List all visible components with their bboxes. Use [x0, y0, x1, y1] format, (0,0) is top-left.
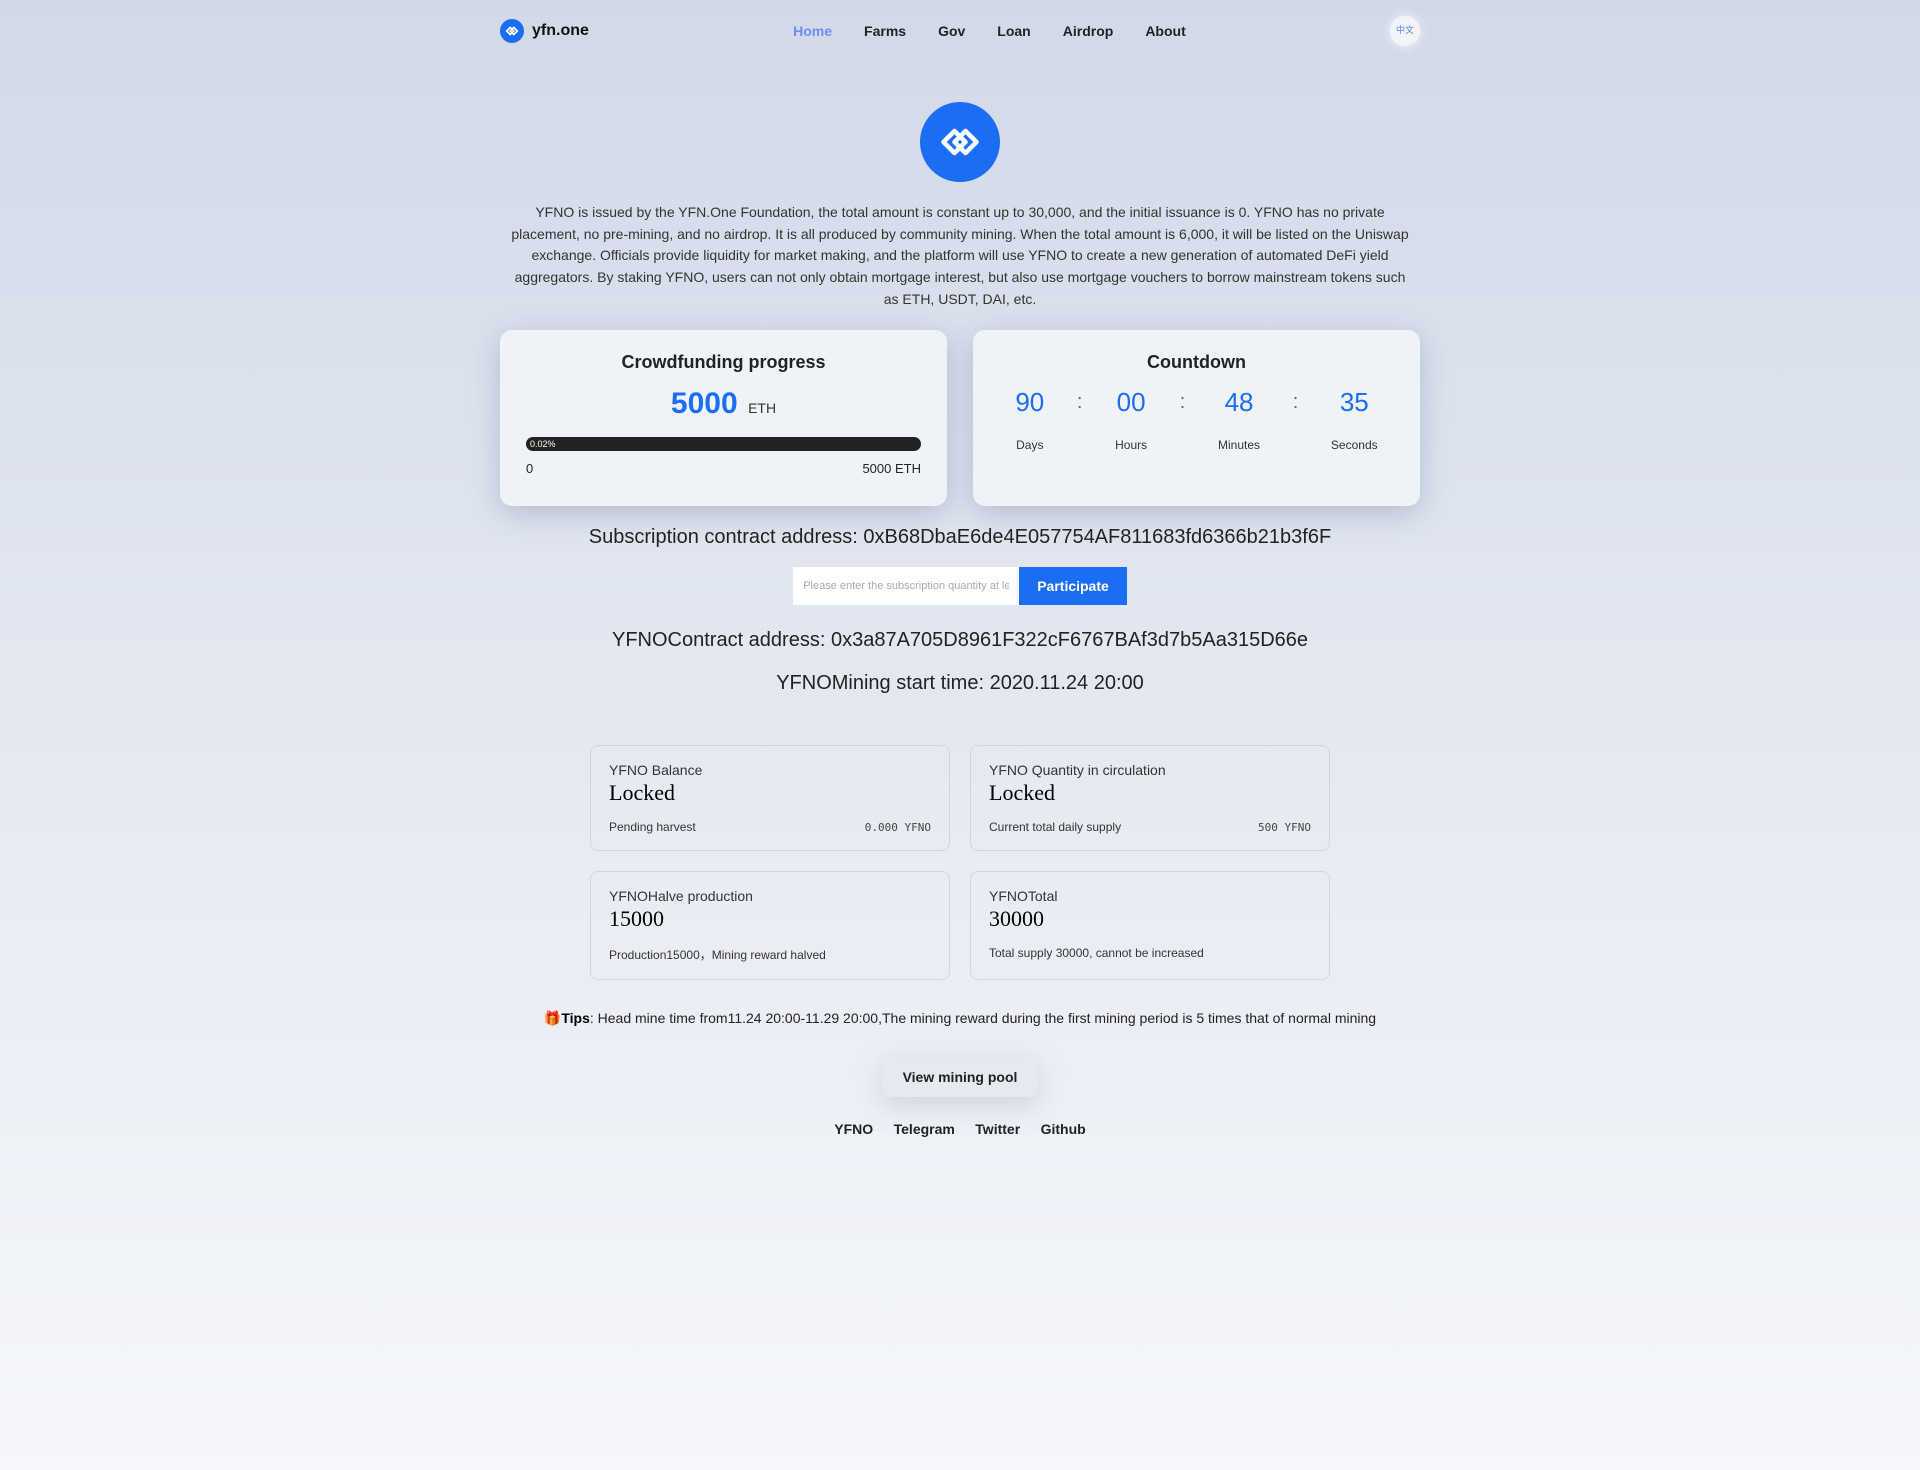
- footer-telegram[interactable]: Telegram: [894, 1121, 955, 1137]
- countdown-card: Countdown 90 Days : 00 Hours : 48 Minute…: [973, 330, 1420, 506]
- tips-line: 🎁Tips: Head mine time from11.24 20:00-11…: [500, 1010, 1420, 1027]
- countdown-sep: :: [1293, 387, 1299, 414]
- crowdfunding-card: Crowdfunding progress 5000 ETH 0.02% 0 5…: [500, 330, 947, 506]
- brand-text: yfn.one: [532, 22, 589, 40]
- hero-logo-icon: [920, 102, 1000, 182]
- nav-gov[interactable]: Gov: [938, 23, 965, 39]
- nav-farms[interactable]: Farms: [864, 23, 906, 39]
- halve-value: 15000: [609, 906, 931, 932]
- tips-text: : Head mine time from11.24 20:00-11.29 2…: [590, 1010, 1376, 1026]
- circulation-sub-right: 500 YFNO: [1258, 821, 1311, 834]
- nav-loan[interactable]: Loan: [997, 23, 1030, 39]
- halve-title: YFNOHalve production: [609, 888, 931, 904]
- total-value: 30000: [989, 906, 1311, 932]
- footer-github[interactable]: Github: [1041, 1121, 1086, 1137]
- progress-max: 5000 ETH: [862, 461, 921, 476]
- balance-title: YFNO Balance: [609, 762, 931, 778]
- mining-start-time: YFNOMining start time: 2020.11.24 20:00: [500, 672, 1420, 695]
- subscribe-row: Participate: [500, 567, 1420, 605]
- header: yfn.one Home Farms Gov Loan Airdrop Abou…: [500, 0, 1420, 62]
- circulation-sub-left: Current total daily supply: [989, 820, 1121, 834]
- halve-sub: Production15000，Mining reward halved: [609, 946, 826, 963]
- circulation-card: YFNO Quantity in circulation Locked Curr…: [970, 745, 1330, 851]
- countdown-hours: 00: [1115, 387, 1147, 418]
- halve-card: YFNOHalve production 15000 Production150…: [590, 871, 950, 980]
- crowdfunding-unit: ETH: [748, 400, 776, 416]
- footer-links: YFNO Telegram Twitter Github: [500, 1121, 1420, 1169]
- nav-about[interactable]: About: [1145, 23, 1185, 39]
- total-title: YFNOTotal: [989, 888, 1311, 904]
- yfno-contract-address: YFNOContract address: 0x3a87A705D8961F32…: [500, 629, 1420, 652]
- tips-prefix: 🎁Tips: [544, 1010, 590, 1026]
- progress-min: 0: [526, 461, 533, 476]
- countdown-minutes-label: Minutes: [1218, 438, 1260, 452]
- countdown-hours-label: Hours: [1115, 438, 1147, 452]
- language-toggle[interactable]: 中文: [1390, 16, 1420, 46]
- stat-cards-row: Crowdfunding progress 5000 ETH 0.02% 0 5…: [500, 330, 1420, 506]
- description-text: YFNO is issued by the YFN.One Foundation…: [500, 202, 1420, 310]
- balance-sub-right: 0.000 YFNO: [865, 821, 931, 834]
- balance-value: Locked: [609, 780, 931, 806]
- countdown-minutes: 48: [1218, 387, 1260, 418]
- info-grid: YFNO Balance Locked Pending harvest 0.00…: [590, 745, 1330, 980]
- countdown-sep: :: [1180, 387, 1186, 414]
- countdown-title: Countdown: [999, 352, 1394, 373]
- footer-twitter[interactable]: Twitter: [975, 1121, 1020, 1137]
- participate-button[interactable]: Participate: [1019, 567, 1127, 605]
- total-card: YFNOTotal 30000 Total supply 30000, cann…: [970, 871, 1330, 980]
- progress-percent: 0.02%: [530, 439, 556, 449]
- subscription-address: Subscription contract address: 0xB68DbaE…: [500, 526, 1420, 549]
- brand[interactable]: yfn.one: [500, 19, 589, 43]
- countdown-days: 90: [1015, 387, 1044, 418]
- subscription-input[interactable]: [793, 567, 1019, 605]
- balance-card: YFNO Balance Locked Pending harvest 0.00…: [590, 745, 950, 851]
- view-mining-pool-button[interactable]: View mining pool: [883, 1057, 1038, 1097]
- progress-bar: 0.02%: [526, 437, 921, 451]
- countdown-seconds-label: Seconds: [1331, 438, 1378, 452]
- total-sub: Total supply 30000, cannot be increased: [989, 946, 1204, 960]
- crowdfunding-amount: 5000: [671, 387, 738, 420]
- nav-airdrop[interactable]: Airdrop: [1063, 23, 1114, 39]
- main-nav: Home Farms Gov Loan Airdrop About: [793, 23, 1186, 39]
- nav-home[interactable]: Home: [793, 23, 832, 39]
- countdown-days-label: Days: [1015, 438, 1044, 452]
- footer-yfno[interactable]: YFNO: [834, 1121, 873, 1137]
- countdown-seconds: 35: [1331, 387, 1378, 418]
- brand-logo-icon: [500, 19, 524, 43]
- crowdfunding-title: Crowdfunding progress: [526, 352, 921, 373]
- circulation-title: YFNO Quantity in circulation: [989, 762, 1311, 778]
- circulation-value: Locked: [989, 780, 1311, 806]
- countdown-sep: :: [1077, 387, 1083, 414]
- balance-sub-left: Pending harvest: [609, 820, 696, 834]
